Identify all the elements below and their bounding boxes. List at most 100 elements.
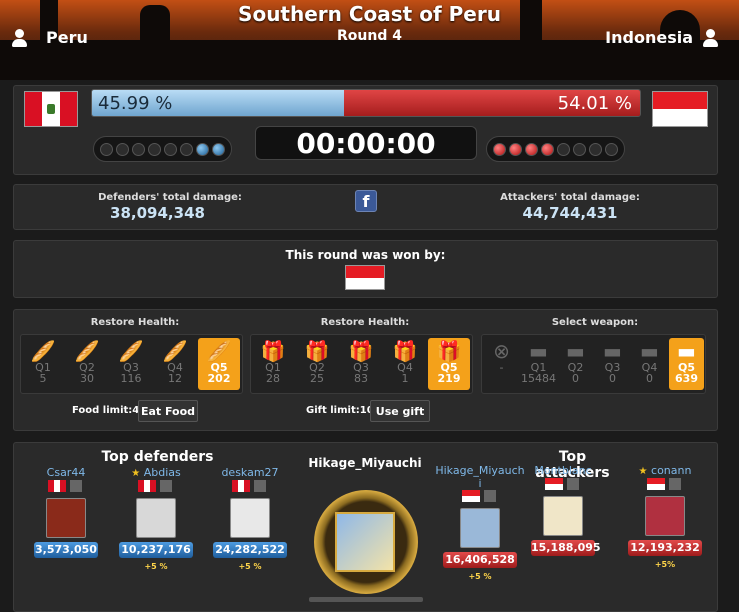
weapon-slot-q4[interactable]: ▬ Q4 0 <box>632 338 667 390</box>
indonesia-flag <box>652 91 708 127</box>
gift-slot-q1[interactable]: 🎁 Q1 28 <box>252 338 294 390</box>
slot-count: 1 <box>401 372 409 385</box>
gift-slot-q4[interactable]: 🎁 Q4 1 <box>384 338 426 390</box>
fighter-avatar[interactable] <box>136 498 176 538</box>
military-unit-icon[interactable] <box>484 490 496 502</box>
damage-bonus: +5% <box>654 560 676 569</box>
center-damage-bar <box>309 597 423 602</box>
center-player-name[interactable]: Hikage_Miyauchi <box>300 456 430 470</box>
defender-name: Peru <box>46 28 88 47</box>
fighter-damage: 15,188,095 <box>531 540 601 556</box>
bread-icon: 🥖 <box>30 339 56 363</box>
fighter-avatar[interactable] <box>230 498 270 538</box>
indonesia-flag <box>647 478 665 490</box>
attacker-percent: 54.01 % <box>344 90 640 116</box>
center-avatar[interactable] <box>335 512 395 572</box>
winner-flag <box>345 265 385 290</box>
weapon-title: Select weapon: <box>551 317 639 328</box>
no-weapon-icon: ⊗ <box>493 339 510 363</box>
round-dot <box>605 142 618 156</box>
user-group-icon <box>701 28 721 47</box>
slot-count: 0 <box>572 372 579 385</box>
defenders-damage-value: 38,094,348 <box>110 204 205 222</box>
gift-slot-q3[interactable]: 🎁 Q3 83 <box>340 338 382 390</box>
food-slot-q2[interactable]: 🥖 Q2 30 <box>66 338 108 390</box>
food-title: Restore Health: <box>90 317 180 328</box>
food-slot-q4[interactable]: 🥖 Q4 12 <box>154 338 196 390</box>
fighter-damage: 12,193,232 +5% <box>628 540 702 569</box>
gift-slot-q5[interactable]: 🎁 Q5 219 <box>428 338 470 390</box>
slot-count: 219 <box>437 372 461 385</box>
gift-icon: 🎁 <box>260 339 286 363</box>
gift-icon: 🎁 <box>348 339 374 363</box>
defender-percent: 45.99 % <box>92 90 345 116</box>
top-defenders-title: Top defenders <box>101 449 214 465</box>
slot-count: 15484 <box>521 372 556 385</box>
fighter-avatar[interactable] <box>46 498 86 538</box>
fighter-avatar[interactable] <box>645 496 685 536</box>
gift-slot-q2[interactable]: 🎁 Q2 25 <box>296 338 338 390</box>
attackers-damage-label: Attackers' total damage: <box>500 192 640 203</box>
military-unit-icon[interactable] <box>160 480 172 492</box>
battle-timer: 00:00:00 <box>255 126 477 160</box>
tank-icon: ▬ <box>603 339 622 363</box>
slot-count: 83 <box>354 372 368 385</box>
weapon-slot-q3[interactable]: ▬ Q3 0 <box>595 338 630 390</box>
attackers-damage-value: 44,744,431 <box>522 204 618 222</box>
attacker-country[interactable]: Indonesia <box>605 28 721 47</box>
fighter-damage: 16,406,528 +5 % <box>443 552 517 581</box>
user-group-icon <box>10 28 30 47</box>
fighter-name[interactable]: Csar44 <box>21 466 111 479</box>
military-unit-icon[interactable] <box>254 480 266 492</box>
gift-title: Restore Health: <box>320 317 410 328</box>
defender-round-dots <box>93 136 232 162</box>
weapon-slot-q1[interactable]: ▬ Q1 15484 <box>521 338 556 390</box>
military-unit-icon[interactable] <box>669 478 681 490</box>
round-dot <box>509 142 522 156</box>
fighter-name[interactable]: Montblanc <box>518 464 608 477</box>
food-slot-q1[interactable]: 🥖 Q1 5 <box>22 338 64 390</box>
food-slot-q3[interactable]: 🥖 Q3 116 <box>110 338 152 390</box>
fighter-avatar[interactable] <box>543 496 583 536</box>
slot-count: 28 <box>266 372 280 385</box>
round-dot <box>541 142 554 156</box>
eat-food-button[interactable]: Eat Food <box>138 400 198 422</box>
round-dot <box>212 142 225 156</box>
weapon-slot-q2[interactable]: ▬ Q2 0 <box>558 338 593 390</box>
round-dot <box>180 142 193 156</box>
fighter-damage: 3,573,050 <box>34 542 98 558</box>
gift-icon: 🎁 <box>436 339 462 363</box>
bread-icon: 🥖 <box>206 339 232 363</box>
round-dot <box>589 142 602 156</box>
fighter-name[interactable]: deskam27 <box>205 466 295 479</box>
defender-country[interactable]: Peru <box>10 28 88 47</box>
military-unit-icon[interactable] <box>70 480 82 492</box>
slot-count: 25 <box>310 372 324 385</box>
food-slot-q5[interactable]: 🥖 Q5 202 <box>198 338 240 390</box>
damage-bonus: +5 % <box>238 562 262 571</box>
military-unit-icon[interactable] <box>567 478 579 490</box>
weapon-slot-q5[interactable]: ▬ Q5 639 <box>669 338 704 390</box>
slot-count: - <box>499 361 504 374</box>
round-won-label: This round was won by: <box>285 248 446 262</box>
weapon-slot-none[interactable]: ⊗ - <box>484 338 519 390</box>
round-dot <box>525 142 538 156</box>
fighter-damage: 24,282,522 +5 % <box>213 542 287 571</box>
facebook-icon[interactable]: f <box>355 190 377 212</box>
battle-progress-bar: 45.99 % 54.01 % <box>91 89 641 117</box>
tank-icon: ▬ <box>677 339 696 363</box>
slot-count: 202 <box>207 372 231 385</box>
use-gift-button[interactable]: Use gift <box>370 400 430 422</box>
slot-count: 30 <box>80 372 94 385</box>
slot-count: 0 <box>646 372 653 385</box>
attacker-name: Indonesia <box>605 28 693 47</box>
round-dot <box>116 142 129 156</box>
slot-count: 0 <box>609 372 616 385</box>
fighter-avatar[interactable] <box>460 508 500 548</box>
fighter-name[interactable]: ★ Abdias <box>111 466 201 479</box>
fighter-name[interactable]: Hikage_Miyauch i <box>435 464 525 490</box>
indonesia-flag <box>545 478 563 490</box>
damage-bonus: +5 % <box>144 562 168 571</box>
fighter-name[interactable]: ★ conann <box>620 464 710 477</box>
round-dot <box>148 142 161 156</box>
